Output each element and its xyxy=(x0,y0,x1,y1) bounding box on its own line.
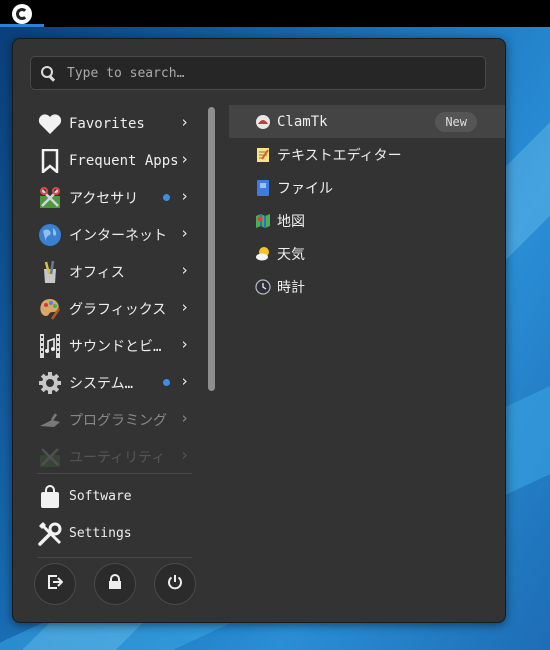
power-icon xyxy=(167,574,183,594)
category-accessories[interactable]: アクセサリ › xyxy=(30,179,208,216)
category-scrollbar[interactable] xyxy=(208,107,215,391)
category-label: Frequent Apps xyxy=(69,152,179,169)
globe-icon xyxy=(37,222,63,248)
app-item-text-editor[interactable]: テキストエディター xyxy=(229,138,505,171)
active-indicator xyxy=(0,24,44,27)
app-item-maps[interactable]: 地図 xyxy=(229,204,505,237)
accessories-icon xyxy=(37,185,63,211)
clock-icon xyxy=(255,278,271,295)
category-graphics[interactable]: グラフィックス › xyxy=(30,290,208,327)
chevron-right-icon: › xyxy=(180,187,190,205)
power-button[interactable] xyxy=(154,563,196,605)
chevron-right-icon: › xyxy=(180,298,190,316)
chevron-right-icon: › xyxy=(180,113,190,131)
maps-icon xyxy=(255,213,271,229)
app-label: 時計 xyxy=(277,279,305,296)
app-label: 天気 xyxy=(277,246,305,263)
app-menu-launcher-icon[interactable] xyxy=(12,4,32,24)
chevron-right-icon: › xyxy=(180,224,190,242)
shopping-bag-icon xyxy=(37,484,63,510)
chevron-right-icon: › xyxy=(180,335,190,353)
files-icon xyxy=(255,179,271,196)
app-label: 地図 xyxy=(277,213,305,230)
text-editor-icon xyxy=(255,147,271,163)
app-label: テキストエディター xyxy=(277,147,402,164)
utilities-icon xyxy=(37,444,63,470)
app-label: ファイル xyxy=(277,180,333,197)
chevron-right-icon: › xyxy=(180,261,190,279)
app-item-clamtk[interactable]: ClamTk New xyxy=(229,105,505,138)
divider xyxy=(37,473,192,474)
weather-icon xyxy=(255,246,271,262)
category-label: オフィス xyxy=(69,264,125,281)
logout-icon xyxy=(47,574,64,594)
chevron-right-icon: › xyxy=(180,150,190,168)
search-box[interactable] xyxy=(30,56,486,90)
chevron-right-icon: › xyxy=(180,372,190,390)
trowel-icon xyxy=(37,407,63,433)
category-sound-video[interactable]: サウンドとビ… › xyxy=(30,327,208,364)
search-input[interactable] xyxy=(65,64,469,82)
category-label: ユーティリティ xyxy=(69,449,166,466)
office-icon xyxy=(37,259,63,285)
settings-button[interactable]: Settings xyxy=(30,515,132,552)
category-label: サウンドとビ… xyxy=(69,338,162,355)
category-label: グラフィックス xyxy=(69,301,167,318)
category-label: Favorites xyxy=(69,115,145,132)
software-label: Software xyxy=(69,489,132,504)
category-office[interactable]: オフィス › xyxy=(30,253,208,290)
gear-icon xyxy=(37,370,63,396)
new-badge: New xyxy=(435,112,477,132)
category-label: プログラミング xyxy=(69,412,167,429)
category-favorites[interactable]: Favorites › xyxy=(30,105,208,142)
chevron-right-icon: › xyxy=(180,446,190,464)
app-item-clock[interactable]: 時計 xyxy=(229,270,505,303)
heart-icon xyxy=(37,111,63,137)
new-apps-dot xyxy=(163,379,170,386)
category-utilities[interactable]: ユーティリティ › xyxy=(30,438,208,475)
category-frequent-apps[interactable]: Frequent Apps › xyxy=(30,142,208,179)
clamtk-icon xyxy=(255,114,271,130)
app-item-weather[interactable]: 天気 xyxy=(229,237,505,270)
category-label: インターネット xyxy=(69,227,167,244)
bookmark-icon xyxy=(37,148,63,174)
software-button[interactable]: Software xyxy=(30,478,132,515)
category-system[interactable]: システム… › xyxy=(30,364,208,401)
search-icon xyxy=(41,66,55,80)
tools-icon xyxy=(37,521,63,547)
film-icon xyxy=(37,333,63,359)
settings-label: Settings xyxy=(69,526,132,541)
application-menu: Favorites › Frequent Apps › アクセサリ › インター… xyxy=(12,38,506,623)
lock-button[interactable] xyxy=(94,563,136,605)
category-programming[interactable]: プログラミング › xyxy=(30,401,208,438)
category-list: Favorites › Frequent Apps › アクセサリ › インター… xyxy=(30,105,208,475)
new-apps-dot xyxy=(163,194,170,201)
lock-icon xyxy=(108,574,122,594)
chevron-right-icon: › xyxy=(180,409,190,427)
divider xyxy=(37,557,192,558)
top-panel xyxy=(0,0,550,27)
app-list: ClamTk New テキストエディター ファイル 地図 天気 時計 xyxy=(229,105,505,303)
app-item-files[interactable]: ファイル xyxy=(229,171,505,204)
palette-icon xyxy=(37,296,63,322)
category-internet[interactable]: インターネット › xyxy=(30,216,208,253)
logout-button[interactable] xyxy=(34,563,76,605)
app-label: ClamTk xyxy=(277,113,328,130)
